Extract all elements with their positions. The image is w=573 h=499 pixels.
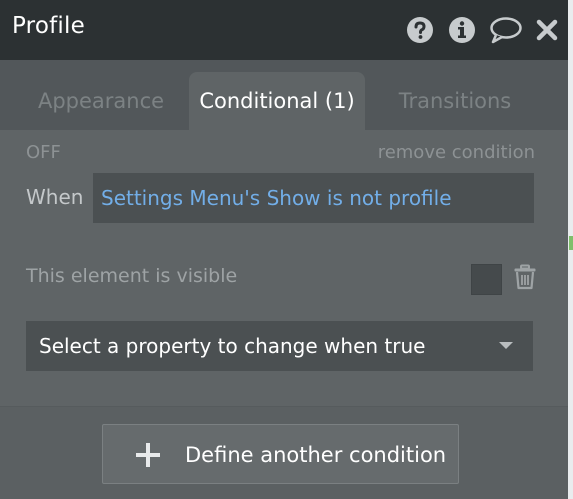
property-label: This element is visible: [26, 265, 238, 287]
canvas-edge: [568, 0, 573, 499]
info-icon[interactable]: [448, 16, 476, 44]
condition-status-toggle[interactable]: OFF: [26, 142, 61, 163]
canvas-marker: [569, 236, 573, 250]
trash-icon[interactable]: [513, 264, 537, 290]
property-select[interactable]: Select a property to change when true: [26, 321, 533, 371]
title-bar: Profile: [0, 0, 568, 60]
tab-strip: Appearance Conditional (1) Transitions: [0, 60, 568, 130]
condition-expression-field[interactable]: Settings Menu's Show is not profile: [93, 173, 534, 223]
tab-appearance[interactable]: Appearance: [22, 72, 180, 130]
define-button-label: Define another condition: [185, 443, 447, 467]
plus-icon: [136, 443, 160, 467]
panel-title: Profile: [12, 13, 85, 39]
visible-checkbox[interactable]: [471, 264, 502, 295]
property-select-placeholder: Select a property to change when true: [39, 334, 426, 358]
help-icon[interactable]: [406, 16, 434, 44]
close-icon[interactable]: [535, 16, 559, 44]
tab-conditional[interactable]: Conditional (1): [189, 72, 365, 130]
remove-condition-link[interactable]: remove condition: [378, 142, 535, 163]
tab-transitions[interactable]: Transitions: [380, 72, 530, 130]
comment-icon[interactable]: [489, 16, 523, 44]
define-another-condition-button[interactable]: Define another condition: [102, 424, 459, 484]
chevron-down-icon: [499, 342, 513, 349]
when-label: When: [26, 185, 84, 209]
property-editor-panel: Profile Appearance Conditional (1) Trans…: [0, 0, 568, 499]
